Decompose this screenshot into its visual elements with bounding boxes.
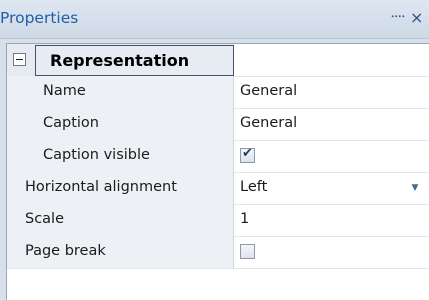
property-label-scale: Scale [25,211,65,227]
property-label-caption: Caption [43,115,99,131]
chevron-down-icon[interactable]: ▼ [400,172,429,204]
close-icon[interactable]: × [410,9,423,27]
category-label: Representation [50,51,190,70]
property-label-name: Name [43,83,86,99]
property-row-scale[interactable]: Scale 1 [7,204,429,237]
panel-title: Properties [0,9,79,27]
property-label-page-break: Page break [25,243,106,259]
property-value-scale[interactable]: 1 [240,211,249,227]
checkmark-icon: ✔ [242,146,253,161]
property-value-name[interactable]: General [240,83,297,99]
property-row-caption-visible[interactable]: Caption visible ✔ [7,140,429,173]
page-break-checkbox[interactable] [240,244,255,259]
property-row-caption[interactable]: Caption General [7,108,429,141]
property-label-caption-visible: Caption visible [43,147,150,163]
property-label-horizontal-alignment: Horizontal alignment [25,179,177,195]
panel-titlebar: Properties ᠁ × [0,0,429,39]
category-row-representation[interactable]: Representation [7,44,429,77]
property-row-name[interactable]: Name General [7,76,429,109]
properties-panel: Properties ᠁ × Representation Name Gener… [0,0,429,300]
category-header[interactable]: Representation [35,45,234,76]
property-row-page-break[interactable]: Page break [7,236,429,269]
property-row-horizontal-alignment[interactable]: Horizontal alignment Left ▼ [7,172,429,205]
pin-icon[interactable]: ᠁ [388,9,404,27]
property-grid: Representation Name General Caption Gene… [6,43,429,300]
caption-visible-checkbox[interactable]: ✔ [240,146,255,163]
property-value-horizontal-alignment[interactable]: Left [240,179,267,195]
collapse-icon[interactable] [13,53,26,66]
property-value-caption[interactable]: General [240,115,297,131]
